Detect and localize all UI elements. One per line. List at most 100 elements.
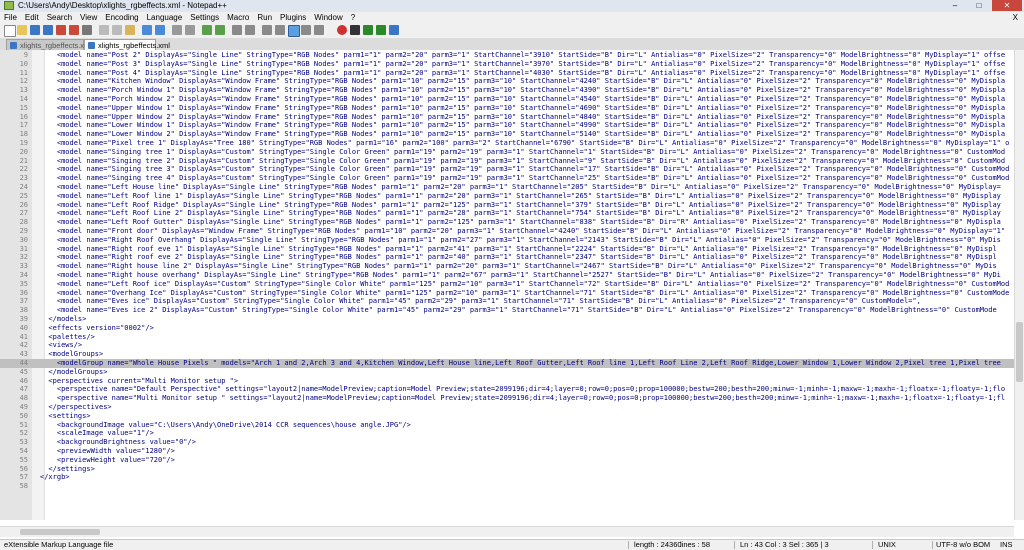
replace-icon[interactable] bbox=[185, 25, 195, 35]
save-macro-icon[interactable] bbox=[389, 25, 399, 35]
code-line[interactable]: 32 <model name="Right roof eve 2" Displa… bbox=[0, 253, 1014, 262]
code-line[interactable]: 41 <palettes/> bbox=[0, 333, 1014, 342]
code-line[interactable]: 28 <model name="Left Roof Gutter" Displa… bbox=[0, 218, 1014, 227]
copy-icon[interactable] bbox=[112, 25, 122, 35]
tab-file-2[interactable]: xlights_rgbeffects.xml bbox=[84, 39, 170, 50]
menu-window[interactable]: Window bbox=[310, 12, 346, 23]
code-line[interactable]: 43 <modelGroups> bbox=[0, 350, 1014, 359]
code-line[interactable]: 16 <model name="Upper Window 2" DisplayA… bbox=[0, 113, 1014, 122]
code-line[interactable]: 25 <model name="Left Roof line 1" Displa… bbox=[0, 192, 1014, 201]
code-line[interactable]: 14 <model name="Porch Window 2" DisplayA… bbox=[0, 95, 1014, 104]
scroll-thumb[interactable] bbox=[20, 529, 100, 535]
code-line[interactable]: 15 <model name="Upper Window 1" DisplayA… bbox=[0, 104, 1014, 113]
code-line[interactable]: 11 <model name="Post 4" DisplayAs="Singl… bbox=[0, 69, 1014, 78]
code-line[interactable]: 53 <backgroundBrightness value="0"/> bbox=[0, 438, 1014, 447]
code-line[interactable]: 23 <model name="Singing tree 4" DisplayA… bbox=[0, 174, 1014, 183]
code-line[interactable]: 48 <perspective name="Multi Monitor setu… bbox=[0, 394, 1014, 403]
menu-settings[interactable]: Settings bbox=[186, 12, 223, 23]
stop-macro-icon[interactable] bbox=[350, 25, 360, 35]
user-language-icon[interactable] bbox=[301, 25, 311, 35]
run-macro-multiple-icon[interactable] bbox=[376, 25, 386, 35]
close-button[interactable]: ✕ bbox=[992, 0, 1022, 11]
code-line[interactable]: 19 <model name="Pixel tree 1" DisplayAs=… bbox=[0, 139, 1014, 148]
scroll-thumb[interactable] bbox=[1016, 322, 1023, 382]
close-document-icon[interactable]: X bbox=[1009, 12, 1024, 23]
code-line[interactable]: 10 <model name="Post 3" DisplayAs="Singl… bbox=[0, 60, 1014, 69]
code-line[interactable]: 24 <model name="Left House line" Display… bbox=[0, 183, 1014, 192]
find-icon[interactable] bbox=[172, 25, 182, 35]
code-line[interactable]: 52 <scaleImage value="1"/> bbox=[0, 429, 1014, 438]
code-line[interactable]: 56 </settings> bbox=[0, 465, 1014, 474]
print-icon[interactable] bbox=[82, 25, 92, 35]
record-macro-icon[interactable] bbox=[337, 25, 347, 35]
code-line[interactable]: 37 <model name="Eves ice" DisplayAs="Cus… bbox=[0, 297, 1014, 306]
code-line[interactable]: 38 <model name="Eves ice 2" DisplayAs="C… bbox=[0, 306, 1014, 315]
code-line[interactable]: 49 </perspectives> bbox=[0, 403, 1014, 412]
menu-edit[interactable]: Edit bbox=[21, 12, 43, 23]
code-line[interactable]: 22 <model name="Singing tree 3" DisplayA… bbox=[0, 165, 1014, 174]
document-map-icon[interactable] bbox=[314, 25, 324, 35]
code-line[interactable]: 9 <model name="Post 2" DisplayAs="Single… bbox=[0, 51, 1014, 60]
code-line[interactable]: 42 <views/> bbox=[0, 341, 1014, 350]
tab-file-1[interactable]: xlights_rgbeffects.xml bbox=[6, 39, 92, 50]
horizontal-scrollbar[interactable] bbox=[0, 526, 1014, 537]
code-line[interactable]: 18 <model name="Lower Window 2" DisplayA… bbox=[0, 130, 1014, 139]
redo-icon[interactable] bbox=[155, 25, 165, 35]
undo-icon[interactable] bbox=[142, 25, 152, 35]
code-editor[interactable]: 9 <model name="Post 2" DisplayAs="Single… bbox=[0, 50, 1014, 520]
code-line[interactable]: 44 <modelGroup name="Whole House Pixels … bbox=[0, 359, 1014, 368]
code-line[interactable]: 27 <model name="Left Roof Line 2" Displa… bbox=[0, 209, 1014, 218]
minimize-button[interactable]: – bbox=[944, 0, 966, 11]
show-all-chars-icon[interactable] bbox=[275, 25, 285, 35]
code-line[interactable]: 34 <model name="Right house overhang" Di… bbox=[0, 271, 1014, 280]
paste-icon[interactable] bbox=[125, 25, 135, 35]
maximize-button[interactable]: □ bbox=[968, 0, 990, 11]
code-line[interactable]: 58 bbox=[0, 482, 1014, 491]
menu-view[interactable]: View bbox=[76, 12, 101, 23]
code-line[interactable]: 50 <settings> bbox=[0, 412, 1014, 421]
sync-horizontal-icon[interactable] bbox=[245, 25, 255, 35]
code-line[interactable]: 33 <model name="Right house line 2" Disp… bbox=[0, 262, 1014, 271]
code-line[interactable]: 30 <model name="Right Roof Overhang" Dis… bbox=[0, 236, 1014, 245]
code-line[interactable]: 29 <model name="Front door" DisplayAs="W… bbox=[0, 227, 1014, 236]
indent-guide-icon[interactable] bbox=[288, 25, 300, 37]
code-line[interactable]: 21 <model name="Singing tree 2" DisplayA… bbox=[0, 157, 1014, 166]
code-line[interactable]: 57 </xrgb> bbox=[0, 473, 1014, 482]
sync-vertical-icon[interactable] bbox=[232, 25, 242, 35]
cut-icon[interactable] bbox=[99, 25, 109, 35]
menu-plugins[interactable]: Plugins bbox=[276, 12, 310, 23]
save-all-icon[interactable] bbox=[43, 25, 53, 35]
code-line[interactable]: 47 <perspective name="Default Perspectiv… bbox=[0, 385, 1014, 394]
close-all-icon[interactable] bbox=[69, 25, 79, 35]
code-line[interactable]: 17 <model name="Lower Window 1" DisplayA… bbox=[0, 121, 1014, 130]
menu-macro[interactable]: Macro bbox=[223, 12, 253, 23]
play-macro-icon[interactable] bbox=[363, 25, 373, 35]
code-line[interactable]: 26 <model name="Left Roof Ridge" Display… bbox=[0, 201, 1014, 210]
zoom-in-icon[interactable] bbox=[202, 25, 212, 35]
menu-help[interactable]: ? bbox=[347, 12, 359, 23]
close-file-icon[interactable] bbox=[56, 25, 66, 35]
menu-run[interactable]: Run bbox=[253, 12, 276, 23]
code-line[interactable]: 51 <backgroundImage value="C:\Users\Andy… bbox=[0, 421, 1014, 430]
menu-encoding[interactable]: Encoding bbox=[101, 12, 142, 23]
code-line[interactable]: 46 <perspectives current="Multi Monitor … bbox=[0, 377, 1014, 386]
open-file-icon[interactable] bbox=[17, 25, 27, 35]
vertical-scrollbar[interactable] bbox=[1014, 50, 1024, 520]
code-line[interactable]: 36 <model name="Overhang Ice" DisplayAs=… bbox=[0, 289, 1014, 298]
code-line[interactable]: 55 <previewHeight value="720"/> bbox=[0, 456, 1014, 465]
code-line[interactable]: 31 <model name="Right roof eve 1" Displa… bbox=[0, 245, 1014, 254]
code-line[interactable]: 12 <model name="Kitchen Window" DisplayA… bbox=[0, 77, 1014, 86]
zoom-out-icon[interactable] bbox=[215, 25, 225, 35]
save-icon[interactable] bbox=[30, 25, 40, 35]
menu-search[interactable]: Search bbox=[43, 12, 76, 23]
menu-file[interactable]: File bbox=[0, 12, 21, 23]
code-line[interactable]: 45 </modelGroups> bbox=[0, 368, 1014, 377]
code-line[interactable]: 35 <model name="Left Roof ice" DisplayAs… bbox=[0, 280, 1014, 289]
word-wrap-icon[interactable] bbox=[262, 25, 272, 35]
code-line[interactable]: 39 </models> bbox=[0, 315, 1014, 324]
code-line[interactable]: 54 <previewWidth value="1280"/> bbox=[0, 447, 1014, 456]
code-line[interactable]: 40 <effects version="0002"/> bbox=[0, 324, 1014, 333]
code-line[interactable]: 20 <model name="Singing tree 1" DisplayA… bbox=[0, 148, 1014, 157]
code-line[interactable]: 13 <model name="Porch Window 1" DisplayA… bbox=[0, 86, 1014, 95]
new-file-icon[interactable] bbox=[4, 25, 16, 37]
